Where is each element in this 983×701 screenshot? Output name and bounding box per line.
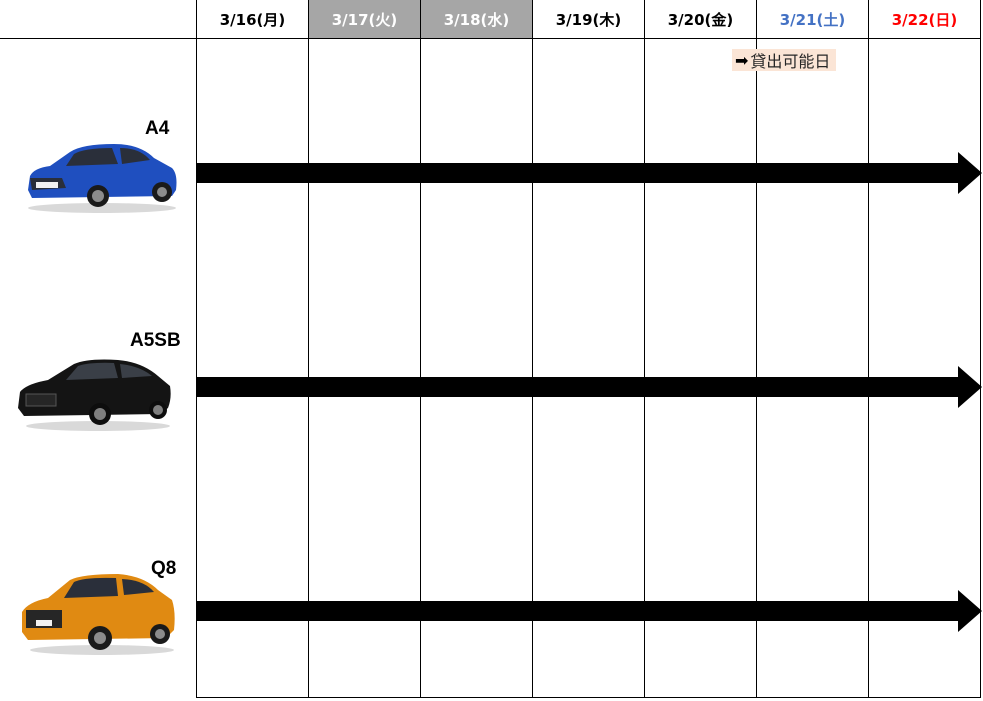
- availability-calendar: 3/16(月) 3/17(火) 3/18(水) 3/19(木) 3/20(金) …: [0, 0, 983, 701]
- day-header-3-22: 3/22(日): [891, 10, 958, 29]
- day-header-3-20: 3/20(金): [667, 10, 734, 29]
- car-image-a4: [28, 144, 177, 213]
- legend-text: 貸出可能日: [750, 52, 831, 71]
- availability-arrow-q8: [196, 590, 982, 632]
- day-header-3-21: 3/21(土): [779, 10, 846, 29]
- car-image-a5sb: [18, 359, 171, 431]
- availability-arrow-a5sb: [196, 366, 982, 408]
- day-header-3-19: 3/19(木): [555, 10, 622, 29]
- day-header-3-18: 3/18(水): [421, 0, 532, 38]
- day-header-3-16: 3/16(月): [219, 10, 286, 29]
- car-name-a4: A4: [145, 118, 170, 139]
- header-divider: [0, 38, 981, 39]
- availability-arrow-a4: [196, 152, 982, 194]
- car-name-a5sb: A5SB: [130, 330, 181, 351]
- arrow-right-icon: ➡: [735, 50, 749, 70]
- legend: ➡ 貸出可能日: [732, 49, 837, 71]
- bottom-border: [196, 697, 981, 698]
- car-image-q8: [22, 574, 175, 655]
- day-header-3-17: 3/17(火): [309, 0, 420, 38]
